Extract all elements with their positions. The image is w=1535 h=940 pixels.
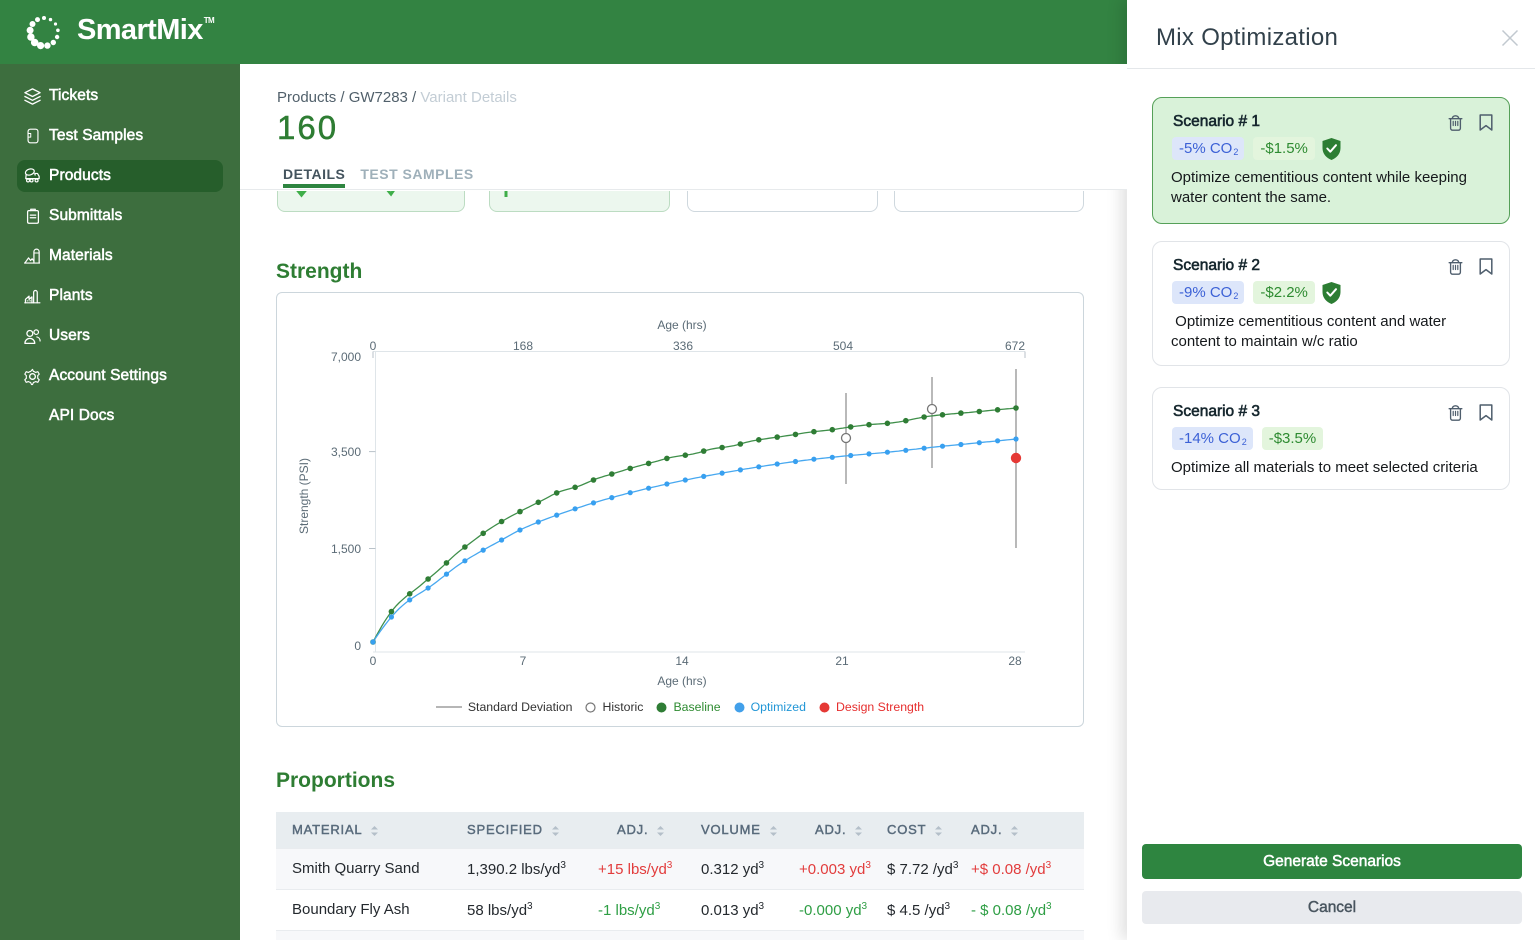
svg-text:0: 0 — [370, 339, 377, 353]
svg-text:336: 336 — [673, 339, 693, 353]
svg-text:Age (hrs): Age (hrs) — [657, 674, 706, 688]
svg-text:3,500: 3,500 — [331, 445, 361, 459]
svg-text:21: 21 — [835, 654, 849, 668]
svg-text:0: 0 — [370, 654, 377, 668]
svg-text:Age (hrs): Age (hrs) — [657, 318, 706, 332]
svg-text:1,500: 1,500 — [331, 542, 361, 556]
svg-text:7,000: 7,000 — [331, 350, 361, 364]
svg-text:168: 168 — [513, 339, 533, 353]
svg-text:672: 672 — [1005, 339, 1025, 353]
svg-text:7: 7 — [520, 654, 527, 668]
svg-text:504: 504 — [833, 339, 853, 353]
svg-text:28: 28 — [1008, 654, 1022, 668]
svg-text:14: 14 — [675, 654, 689, 668]
svg-text:Strength (PSI): Strength (PSI) — [297, 458, 311, 534]
svg-text:0: 0 — [354, 639, 361, 653]
